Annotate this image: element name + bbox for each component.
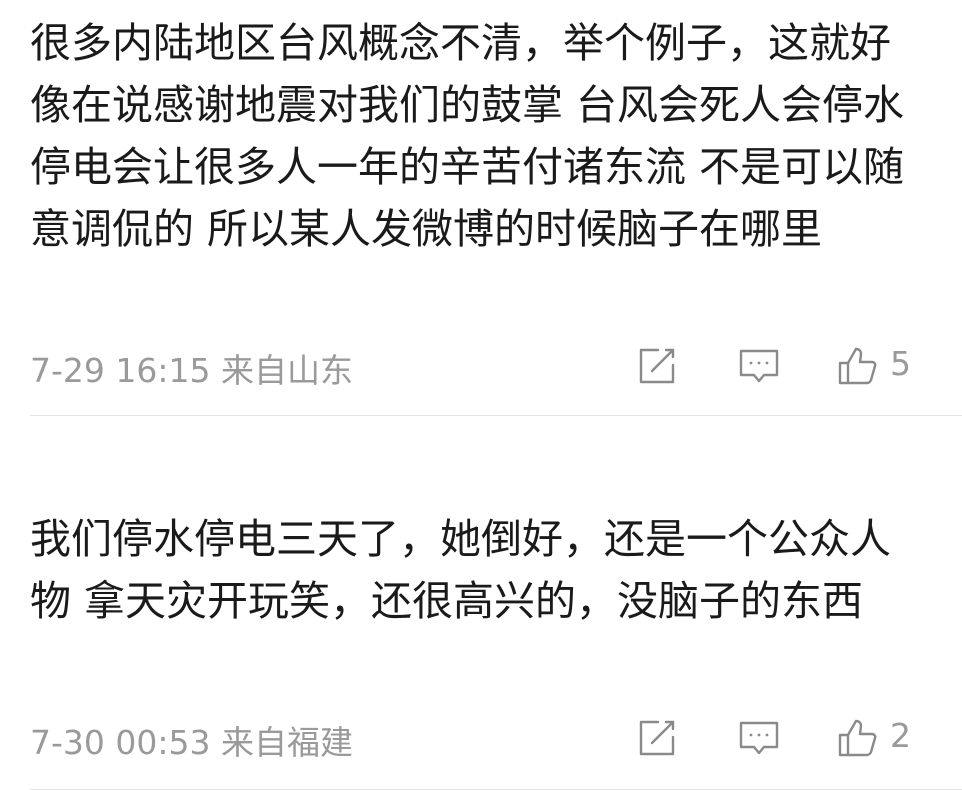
reply-button[interactable] xyxy=(737,344,781,388)
reply-button[interactable] xyxy=(737,716,781,760)
thumbs-up-icon xyxy=(838,719,877,757)
comment-timestamp: 7-30 00:53 xyxy=(30,723,211,762)
comment-text: 很多内陆地区台风概念不清，举个例子，这就好像在说感谢地震对我们的鼓掌 台风会死人… xyxy=(30,19,905,253)
comment-meta: 7-30 00:53 来自福建 xyxy=(30,716,353,764)
comment-item: 我们停水停电三天了，她倒好，还是一个公众人物 拿天灾开玩笑，还很高兴的，没脑子的… xyxy=(0,416,962,790)
like-button[interactable] xyxy=(836,716,880,760)
like-count: 5 xyxy=(890,344,911,383)
like-count: 2 xyxy=(890,716,911,755)
share-edit-icon xyxy=(639,720,675,756)
share-button[interactable] xyxy=(635,716,679,760)
share-edit-icon xyxy=(639,348,675,384)
comment-timestamp: 7-29 16:15 xyxy=(30,351,211,390)
comment-item: 很多内陆地区台风概念不清，举个例子，这就好像在说感谢地震对我们的鼓掌 台风会死人… xyxy=(0,0,962,416)
comment-text: 我们停水停电三天了，她倒好，还是一个公众人物 拿天灾开玩笑，还很高兴的，没脑子的… xyxy=(30,515,891,625)
comment-bubble-icon xyxy=(739,721,779,755)
comment-location: 来自山东 xyxy=(221,351,353,390)
share-button[interactable] xyxy=(635,344,679,388)
comment-meta-row: 7-29 16:15 来自山东 5 xyxy=(30,340,922,390)
like-button[interactable] xyxy=(836,344,880,388)
comment-meta: 7-29 16:15 来自山东 xyxy=(30,344,353,392)
comment-meta-row: 7-30 00:53 来自福建 2 xyxy=(30,712,922,762)
comment-location: 来自福建 xyxy=(221,723,353,762)
thumbs-up-icon xyxy=(838,347,877,385)
comment-bubble-icon xyxy=(739,349,779,383)
